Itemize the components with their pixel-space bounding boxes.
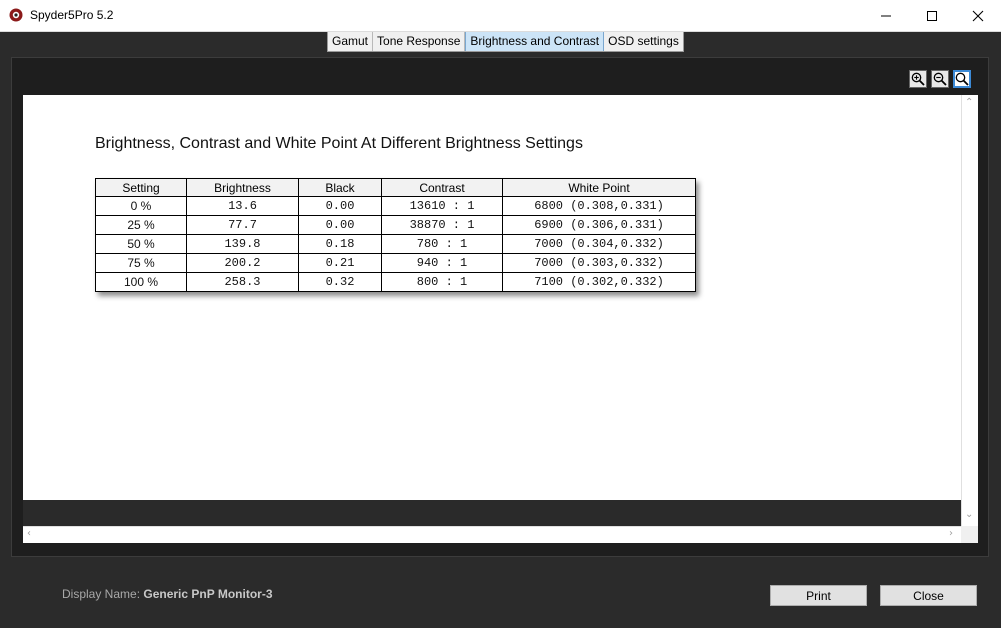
maximize-button[interactable]: [909, 0, 955, 31]
cell-brightness: 13.6: [186, 196, 299, 216]
tab-tone-response[interactable]: Tone Response: [373, 32, 466, 51]
zoom-fit-icon: [955, 72, 969, 86]
title-bar: Spyder5Pro 5.2: [0, 0, 1001, 32]
report-page-bottom: [23, 500, 961, 526]
cell-brightness: 139.8: [186, 234, 299, 254]
cell-contrast: 13610 : 1: [381, 196, 503, 216]
table-header-row: Setting Brightness Black Contrast White …: [95, 178, 696, 197]
close-button[interactable]: Close: [880, 585, 977, 606]
display-name-label: Display Name:: [62, 587, 141, 601]
table-row: 25 % 77.7 0.00 38870 : 1 6900 (0.306,0.3…: [95, 215, 696, 235]
vertical-scrollbar[interactable]: ⌃ ⌄: [961, 95, 978, 526]
cell-setting: 0 %: [95, 196, 187, 216]
zoom-toolbar: [909, 70, 971, 88]
zoom-fit-button[interactable]: [953, 70, 971, 88]
cell-brightness: 200.2: [186, 253, 299, 273]
table-row: 50 % 139.8 0.18 780 : 1 7000 (0.304,0.33…: [95, 234, 696, 254]
cell-brightness: 77.7: [186, 215, 299, 235]
scrollbar-corner: [961, 526, 978, 543]
scroll-down-icon[interactable]: ⌄: [965, 509, 973, 520]
tab-brightness-and-contrast[interactable]: Brightness and Contrast: [465, 32, 605, 51]
cell-white-point: 7100 (0.302,0.332): [502, 272, 696, 292]
column-header-contrast: Contrast: [381, 178, 503, 197]
cell-contrast: 940 : 1: [381, 253, 503, 273]
table-row: 0 % 13.6 0.00 13610 : 1 6800 (0.308,0.33…: [95, 196, 696, 216]
table-row: 100 % 258.3 0.32 800 : 1 7100 (0.302,0.3…: [95, 272, 696, 292]
minimize-button[interactable]: [863, 0, 909, 31]
report-title: Brightness, Contrast and White Point At …: [95, 135, 583, 152]
tab-osd-settings[interactable]: OSD settings: [604, 32, 683, 51]
zoom-in-icon: [911, 72, 925, 86]
display-name-value: Generic PnP Monitor-3: [143, 587, 273, 601]
cell-setting: 100 %: [95, 272, 187, 292]
results-table: Setting Brightness Black Contrast White …: [95, 178, 696, 292]
tab-gamut[interactable]: Gamut: [328, 32, 374, 51]
display-name: Display Name: Generic PnP Monitor-3: [62, 587, 273, 601]
window-title: Spyder5Pro 5.2: [30, 8, 114, 22]
column-header-brightness: Brightness: [186, 178, 299, 197]
cell-black: 0.00: [298, 215, 382, 235]
close-window-button[interactable]: [955, 0, 1001, 31]
column-header-white-point: White Point: [502, 178, 696, 197]
cell-brightness: 258.3: [186, 272, 299, 292]
horizontal-scrollbar[interactable]: ‹ ›: [23, 526, 961, 543]
cell-setting: 50 %: [95, 234, 187, 254]
cell-white-point: 7000 (0.304,0.332): [502, 234, 696, 254]
cell-black: 0.21: [298, 253, 382, 273]
cell-contrast: 800 : 1: [381, 272, 503, 292]
maximize-icon: [927, 10, 937, 21]
print-button[interactable]: Print: [770, 585, 867, 606]
spyder-app-icon: [9, 8, 23, 22]
report-page: [23, 95, 961, 500]
cell-white-point: 6900 (0.306,0.331): [502, 215, 696, 235]
table-row: 75 % 200.2 0.21 940 : 1 7000 (0.303,0.33…: [95, 253, 696, 273]
cell-black: 0.18: [298, 234, 382, 254]
scroll-right-icon[interactable]: ›: [949, 528, 953, 539]
column-header-setting: Setting: [95, 178, 187, 197]
cell-black: 0.00: [298, 196, 382, 216]
cell-setting: 25 %: [95, 215, 187, 235]
zoom-out-icon: [933, 72, 947, 86]
cell-contrast: 780 : 1: [381, 234, 503, 254]
scroll-left-icon[interactable]: ‹: [27, 528, 31, 539]
cell-white-point: 7000 (0.303,0.332): [502, 253, 696, 273]
zoom-out-button[interactable]: [931, 70, 949, 88]
zoom-in-button[interactable]: [909, 70, 927, 88]
tab-bar: Gamut Tone Response Brightness and Contr…: [327, 32, 684, 52]
minimize-icon: [881, 15, 891, 16]
cell-white-point: 6800 (0.308,0.331): [502, 196, 696, 216]
cell-contrast: 38870 : 1: [381, 215, 503, 235]
cell-setting: 75 %: [95, 253, 187, 273]
scroll-up-icon[interactable]: ⌃: [965, 97, 973, 108]
cell-black: 0.32: [298, 272, 382, 292]
column-header-black: Black: [298, 178, 382, 197]
close-icon: [972, 10, 984, 21]
